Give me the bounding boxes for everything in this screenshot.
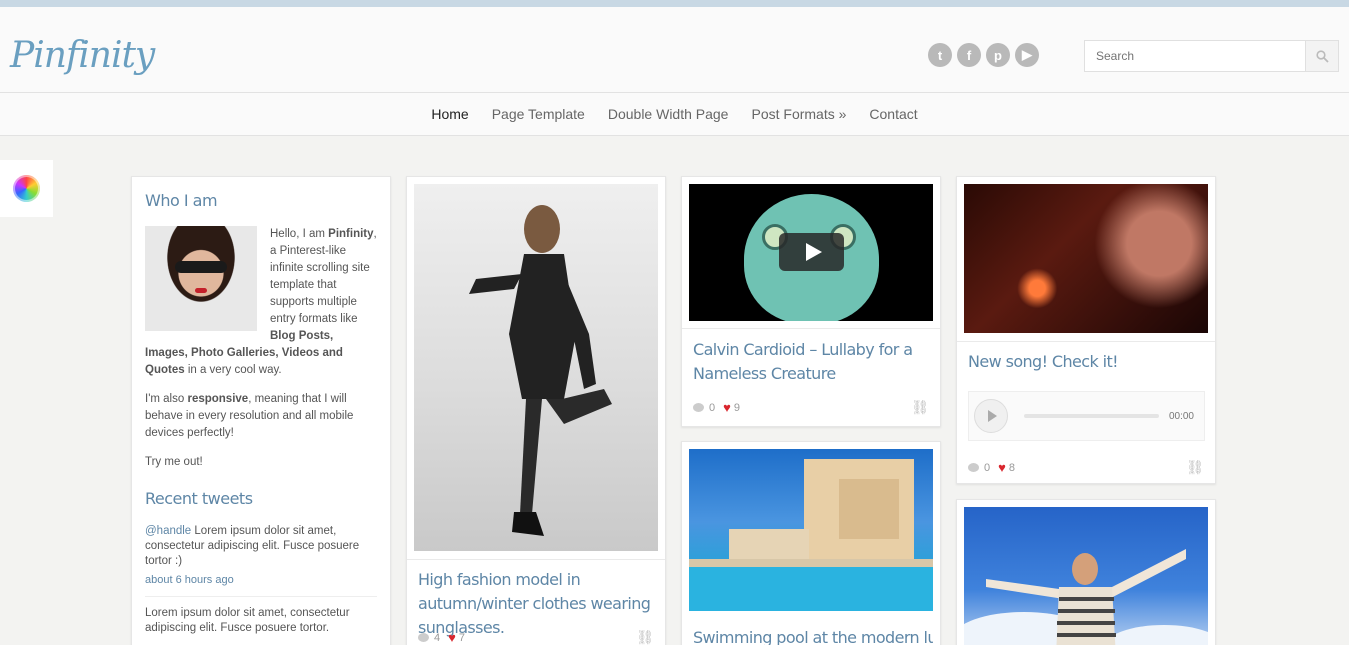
post-card	[956, 499, 1216, 645]
who-i-am-title: Who I am	[145, 191, 218, 210]
nav-item-contact[interactable]: Contact	[869, 106, 917, 122]
recent-tweets-title: Recent tweets	[145, 489, 253, 508]
heart-icon[interactable]: ♥	[998, 460, 1006, 475]
twitter-icon[interactable]: t	[928, 43, 952, 67]
color-wheel-icon	[13, 175, 40, 202]
tweet-item: Lorem ipsum dolor sit amet, consectetur …	[145, 607, 350, 634]
comment-icon	[693, 403, 704, 412]
post-meta: 4 ♥ 7 ⛓	[418, 629, 654, 645]
audio-time: 00:00	[1168, 410, 1194, 422]
social-icons: t f p ▶	[928, 43, 1039, 67]
video-player[interactable]	[689, 184, 933, 321]
post-meta: 0 ♥ 8 ⛓	[968, 459, 1204, 476]
link-icon[interactable]: ⛓	[636, 629, 654, 645]
post-image[interactable]	[414, 184, 658, 551]
search-box	[1084, 40, 1339, 72]
color-switcher[interactable]	[0, 160, 53, 217]
site-header: Pinfinity t f p ▶	[0, 7, 1349, 92]
tweet-item: @handle Lorem ipsum dolor sit amet, cons…	[145, 524, 377, 597]
audio-progress-bar[interactable]	[1024, 414, 1159, 418]
comment-icon	[418, 633, 429, 642]
post-title[interactable]: New song! Check it!	[968, 350, 1208, 374]
post-card: Calvin Cardioid – Lullaby for a Nameless…	[681, 176, 941, 427]
tweet-time[interactable]: about 6 hours ago	[145, 573, 377, 597]
like-count: 9	[733, 401, 740, 414]
pinterest-icon[interactable]: p	[986, 43, 1010, 67]
comment-count[interactable]: 4	[434, 632, 440, 644]
post-meta: 0 ♥ 9 ⛓	[693, 399, 929, 416]
link-icon[interactable]: ⛓	[1186, 459, 1204, 476]
site-logo[interactable]: Pinfinity	[10, 35, 155, 76]
nav-item-double-width-page[interactable]: Double Width Page	[608, 106, 729, 122]
audio-play-button[interactable]	[974, 399, 1008, 433]
search-input[interactable]	[1085, 41, 1305, 71]
nav-item-home[interactable]: Home	[431, 106, 468, 122]
comment-count[interactable]: 0	[984, 462, 990, 474]
like-count: 7	[458, 631, 465, 644]
nav-item-page-template[interactable]: Page Template	[492, 106, 585, 122]
post-title[interactable]: Swimming pool at the modern luxury	[693, 626, 933, 645]
audio-player: 00:00	[968, 391, 1205, 441]
post-image[interactable]	[964, 507, 1208, 645]
about-text: Hello, I am Pinfinity, a Pinterest-like …	[145, 226, 377, 468]
play-button[interactable]	[779, 233, 844, 271]
heart-icon[interactable]: ♥	[448, 630, 456, 645]
post-card: New song! Check it! 00:00 0 ♥ 8 ⛓	[956, 176, 1216, 484]
post-image[interactable]	[964, 184, 1208, 333]
comment-count[interactable]: 0	[709, 402, 715, 414]
model-illustration	[469, 205, 612, 536]
facebook-icon[interactable]: f	[957, 43, 981, 67]
tweet-handle-link[interactable]: @handle	[145, 525, 191, 537]
comment-icon	[968, 463, 979, 472]
heart-icon[interactable]: ♥	[723, 400, 731, 415]
post-image[interactable]	[689, 449, 933, 611]
link-icon[interactable]: ⛓	[911, 399, 929, 416]
main-nav: Home Page Template Double Width Page Pos…	[0, 92, 1349, 136]
like-count: 8	[1008, 461, 1015, 474]
youtube-icon[interactable]: ▶	[1015, 43, 1039, 67]
avatar	[145, 226, 257, 331]
nav-item-post-formats[interactable]: Post Formats »	[751, 106, 846, 122]
post-card: Swimming pool at the modern luxury	[681, 441, 941, 645]
tweets-list: @handle Lorem ipsum dolor sit amet, cons…	[145, 524, 377, 636]
search-icon	[1315, 49, 1329, 63]
top-accent-bar	[0, 0, 1349, 7]
post-card: High fashion model in autumn/winter clot…	[406, 176, 666, 645]
sidebar: Who I am Hello, I am Pinfinity, a Pinter…	[131, 176, 391, 645]
search-button[interactable]	[1305, 41, 1338, 71]
post-title[interactable]: Calvin Cardioid – Lullaby for a Nameless…	[693, 338, 913, 386]
man-illustration	[964, 549, 1208, 645]
pool-illustration	[689, 459, 933, 611]
